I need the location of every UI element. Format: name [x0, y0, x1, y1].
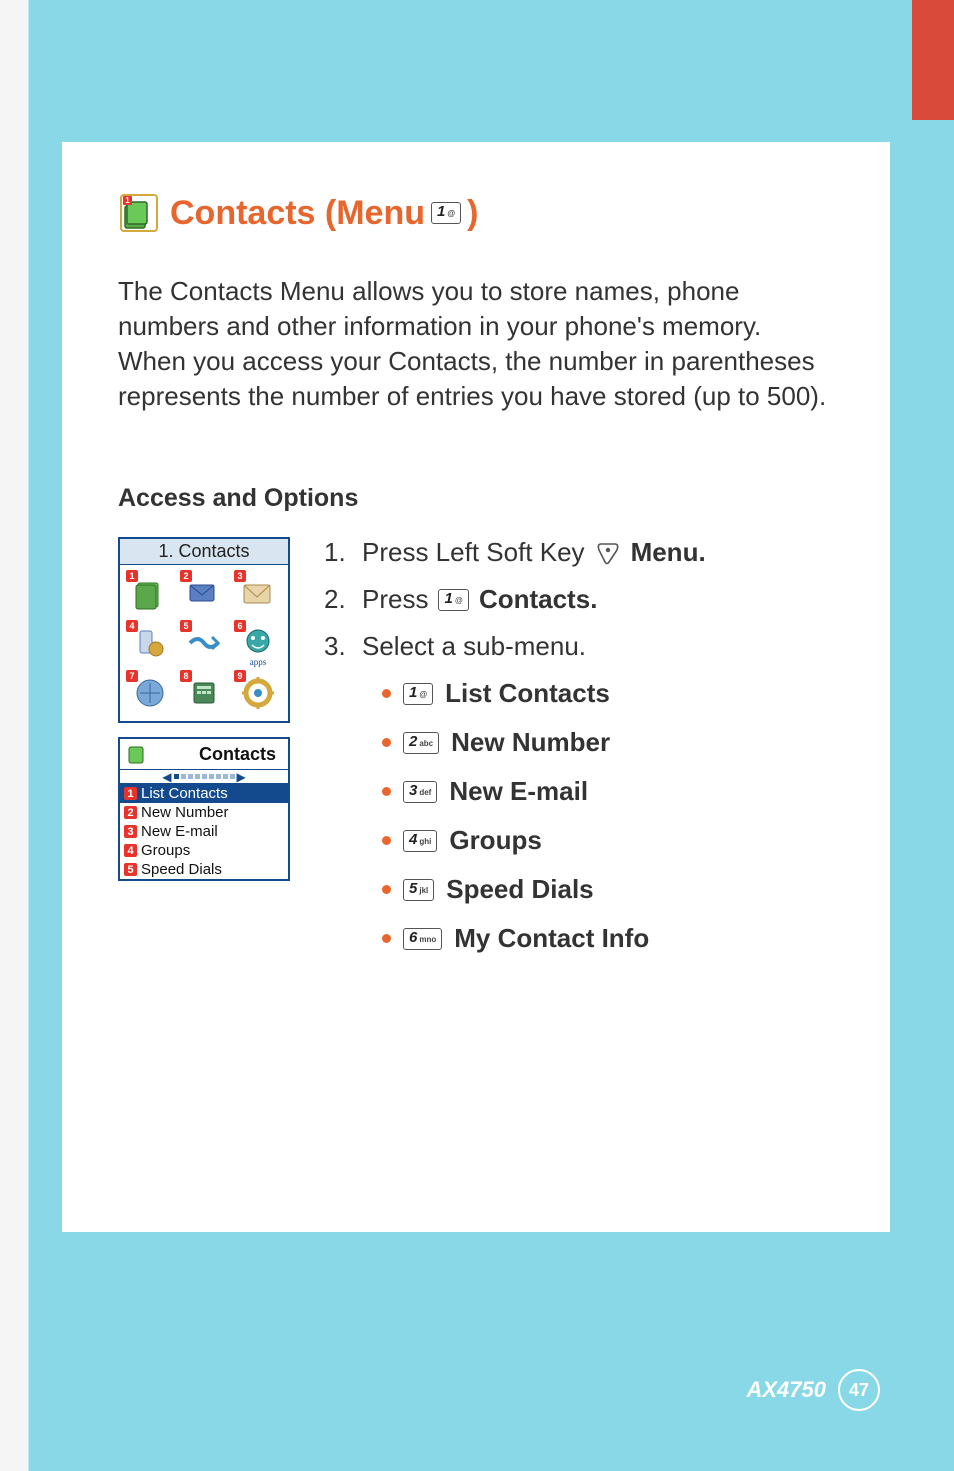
submenu-item: 6mno My Contact Info — [382, 923, 834, 954]
contacts-small-icon — [126, 743, 148, 765]
step-2-text: Press — [362, 584, 428, 615]
keycap-2: 2abc — [403, 732, 439, 754]
bullet-icon — [382, 738, 391, 747]
list-item: 4Groups — [120, 841, 288, 860]
phone-screen-contacts-list: Contacts ◀ ▶ 1List Contacts 2New Number … — [118, 737, 290, 881]
phone-menu-list: 1List Contacts 2New Number 3New E-mail 4… — [120, 784, 288, 879]
menu-icon-contacts: 1 — [124, 569, 176, 617]
submenu-label: New E-mail — [449, 776, 588, 807]
svg-text:1: 1 — [125, 196, 130, 205]
submenu-label: New Number — [451, 727, 610, 758]
model-label: AX4750 — [746, 1377, 826, 1403]
menu-icon-messaging: 2 — [178, 569, 230, 617]
submenu-label: List Contacts — [445, 678, 610, 709]
menu-icon-8: 8 — [178, 669, 230, 717]
list-item: 5Speed Dials — [120, 860, 288, 879]
tab-edge — [912, 0, 954, 120]
menu-icon-4: 4 — [124, 619, 176, 667]
phone-screenshots: 1. Contacts 1 2 3 4 — [118, 537, 290, 881]
submenu-label: Groups — [449, 825, 541, 856]
bullet-icon — [382, 787, 391, 796]
bullet-icon — [382, 689, 391, 698]
page-number: 47 — [838, 1369, 880, 1411]
page-content: 1 Contacts (Menu 1 @ ) The Contacts Menu… — [62, 142, 890, 1232]
step-1-text: Press Left Soft Key — [362, 537, 585, 568]
apps-label: apps — [250, 657, 267, 667]
list-item: 3New E-mail — [120, 822, 288, 841]
submenu-item: 1@ List Contacts — [382, 678, 834, 709]
step-2: 2. Press 1 @ Contacts. — [324, 584, 834, 615]
phone-screen2-title: Contacts — [154, 744, 282, 765]
step-1-bold: Menu. — [631, 537, 706, 568]
step-1: 1. Press Left Soft Key Menu. — [324, 537, 834, 568]
keycap-5: 5jkl — [403, 879, 434, 901]
submenu-label: My Contact Info — [454, 923, 649, 954]
keycap-1: 1 @ — [438, 589, 468, 611]
page-footer: AX4750 47 — [746, 1369, 880, 1411]
phone-screen-menu-grid: 1. Contacts 1 2 3 4 — [118, 537, 290, 723]
list-item: 2New Number — [120, 803, 288, 822]
phone-screen-title: 1. Contacts — [120, 539, 288, 565]
keycap-1: 1@ — [403, 683, 433, 705]
keycap-4: 4ghi — [403, 830, 437, 852]
step-3: 3. Select a sub-menu. — [324, 631, 834, 662]
section-title: 1 Contacts (Menu 1 @ ) — [118, 192, 834, 234]
bullet-icon — [382, 836, 391, 845]
menu-icon-7: 7 — [124, 669, 176, 717]
menu-icon-5: 5 — [178, 619, 230, 667]
tab-indicator: ◀ ▶ — [120, 770, 288, 784]
contacts-folder-icon: 1 — [118, 192, 160, 234]
submenu-item: 3def New E-mail — [382, 776, 834, 807]
section-title-text: Contacts (Menu 1 @ ) — [170, 194, 478, 233]
title-prefix: Contacts (Menu — [170, 194, 425, 233]
submenu-item: 2abc New Number — [382, 727, 834, 758]
submenu-label: Speed Dials — [446, 874, 593, 905]
submenu-item: 4ghi Groups — [382, 825, 834, 856]
intro-paragraph: The Contacts Menu allows you to store na… — [118, 274, 834, 414]
keycap-1-title: 1 @ — [431, 202, 461, 224]
menu-icon-settings: 9 — [232, 669, 284, 717]
menu-icon-mail: 3 — [232, 569, 284, 617]
access-options-heading: Access and Options — [118, 484, 834, 513]
menu-icon-apps: 6 apps — [232, 619, 284, 667]
bullet-icon — [382, 934, 391, 943]
step-2-bold: Contacts. — [479, 584, 597, 615]
step-3-text: Select a sub-menu. — [362, 631, 586, 662]
list-item: 1List Contacts — [120, 784, 288, 803]
submenu-item: 5jkl Speed Dials — [382, 874, 834, 905]
keycap-3: 3def — [403, 781, 437, 803]
keycap-6: 6mno — [403, 928, 442, 950]
bullet-icon — [382, 885, 391, 894]
submenu-list: 1@ List Contacts 2abc New Number 3def Ne… — [382, 678, 834, 954]
steps-list: 1. Press Left Soft Key Menu. 2. Press 1 … — [324, 537, 834, 972]
title-suffix: ) — [467, 194, 478, 233]
left-soft-key-icon — [595, 540, 621, 566]
